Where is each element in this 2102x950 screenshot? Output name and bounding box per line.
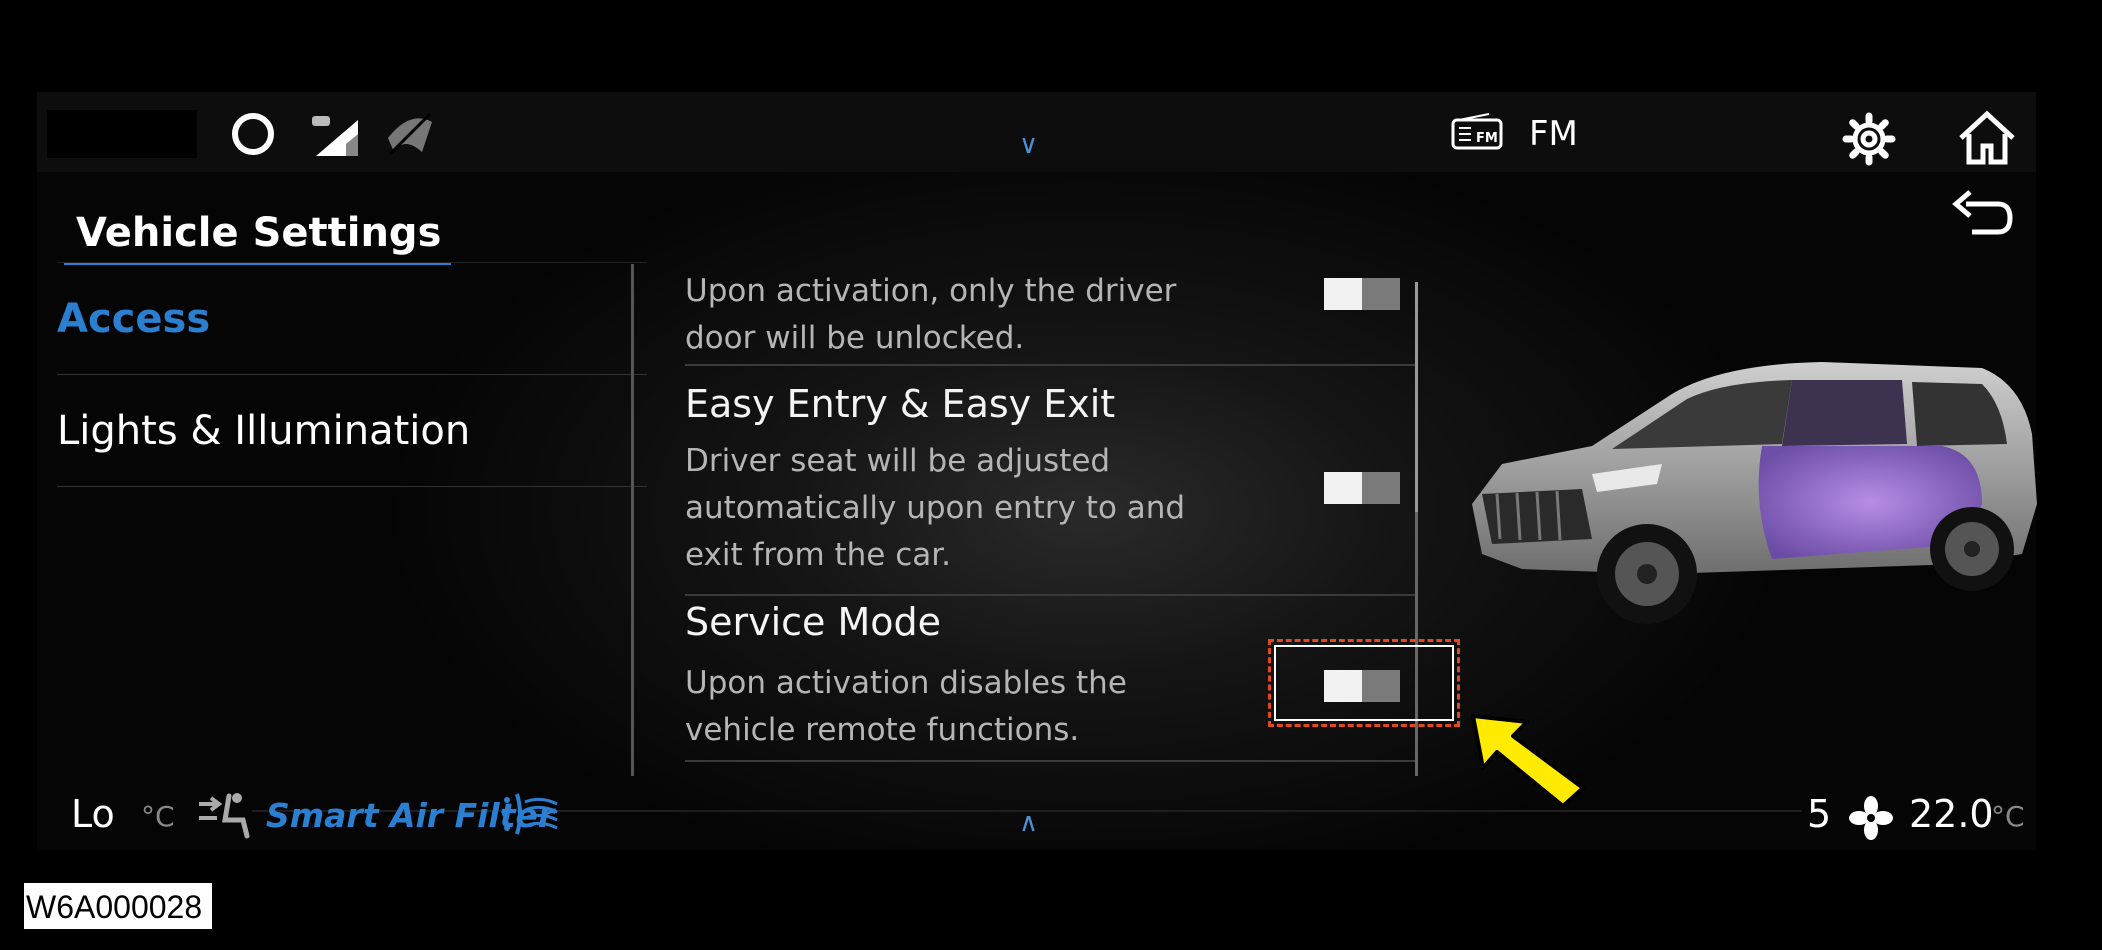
setting-divider bbox=[685, 364, 1415, 366]
car-illustration bbox=[1472, 362, 2037, 624]
setting-divider bbox=[685, 760, 1415, 762]
fm-radio-icon: FM bbox=[1451, 113, 1503, 150]
highlight-box bbox=[1268, 639, 1460, 727]
right-temperature[interactable]: 22.0 bbox=[1909, 792, 1994, 836]
status-placeholder bbox=[47, 110, 197, 158]
setting-description: Upon activation disables the vehicle rem… bbox=[685, 665, 1127, 748]
driver-door-toggle[interactable] bbox=[1324, 278, 1400, 310]
voice-assistant-icon[interactable] bbox=[229, 110, 277, 158]
wiper-off-icon bbox=[388, 112, 432, 156]
page-title: Vehicle Settings bbox=[64, 210, 452, 265]
setting-description: Upon activation, only the driver door wi… bbox=[685, 273, 1177, 356]
chevron-up-icon[interactable]: ∧ bbox=[1019, 808, 1038, 838]
car-signal-icon bbox=[312, 116, 358, 156]
source-label[interactable]: FM bbox=[1529, 114, 1578, 154]
toggle-knob bbox=[1324, 278, 1362, 310]
nav-divider bbox=[57, 374, 647, 375]
scrollbar-thumb[interactable] bbox=[1415, 282, 1418, 512]
svg-text:FM: FM bbox=[1476, 131, 1498, 146]
nav-divider bbox=[57, 262, 647, 263]
pointer-arrow-icon bbox=[1471, 714, 1585, 808]
air-filter-icon[interactable] bbox=[501, 788, 563, 840]
setting-title: Easy Entry & Easy Exit bbox=[685, 382, 1116, 426]
fan-speed[interactable]: 5 bbox=[1807, 792, 1831, 836]
left-temp-unit: °C bbox=[141, 800, 175, 833]
back-arrow-icon[interactable] bbox=[1952, 188, 2016, 236]
setting-description: Driver seat will be adjusted automatical… bbox=[685, 443, 1186, 573]
status-bar: ∨ FM FM bbox=[37, 92, 2036, 172]
setting-title: Service Mode bbox=[685, 600, 942, 644]
nav-divider bbox=[57, 486, 647, 487]
chevron-down-icon[interactable]: ∨ bbox=[1019, 130, 1038, 160]
seat-airflow-icon[interactable] bbox=[195, 790, 251, 840]
panel-separator bbox=[631, 264, 634, 776]
setting-divider bbox=[685, 594, 1415, 596]
gear-icon[interactable] bbox=[1842, 112, 1896, 166]
easy-entry-toggle[interactable] bbox=[1324, 472, 1400, 504]
left-temperature[interactable]: Lo bbox=[71, 792, 115, 836]
nav-item-access[interactable]: Access bbox=[57, 296, 210, 342]
nav-item-lights[interactable]: Lights & Illumination bbox=[57, 408, 470, 454]
right-temp-unit: °C bbox=[1991, 800, 2025, 833]
fan-icon[interactable] bbox=[1849, 796, 1893, 840]
figure-code: W6A000028 bbox=[24, 883, 212, 929]
infotainment-screen: ∨ FM FM Vehicle Settings Access Lights &… bbox=[37, 92, 2037, 850]
toggle-knob bbox=[1324, 472, 1362, 504]
home-icon[interactable] bbox=[1957, 110, 2017, 166]
